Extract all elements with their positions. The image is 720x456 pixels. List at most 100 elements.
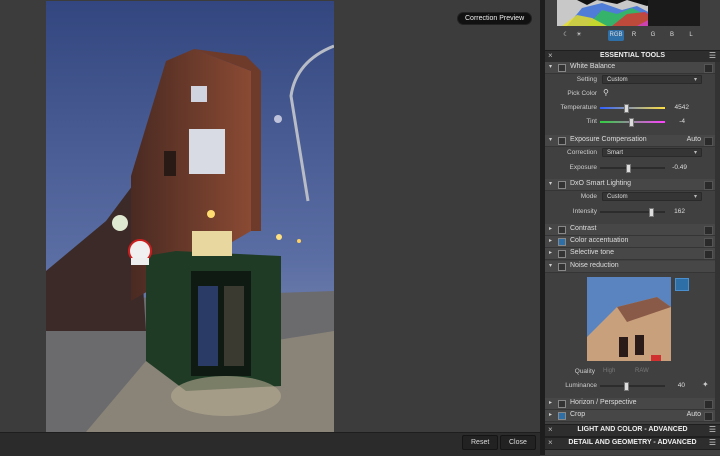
contrast-title: Contrast <box>570 225 597 232</box>
enable-checkbox[interactable] <box>558 250 566 258</box>
channel-l[interactable]: L <box>687 30 695 41</box>
color-accentuation-title: Color accentuation <box>570 237 629 244</box>
channel-r[interactable]: R <box>630 30 638 41</box>
channel-rgb[interactable]: RGB <box>608 30 624 41</box>
histogram-graph <box>557 0 700 26</box>
luminance-label: Luminance <box>565 382 597 389</box>
wb-setting-select[interactable]: Custom ▾ <box>602 75 702 84</box>
mode-label: Mode <box>580 193 597 200</box>
collapse-icon[interactable]: ▾ <box>549 136 552 143</box>
enable-checkbox[interactable] <box>558 263 566 271</box>
histogram <box>557 0 700 26</box>
expand-icon[interactable]: ▸ <box>549 225 552 232</box>
photo-preview[interactable] <box>46 1 334 432</box>
exposure-value[interactable]: -0.49 <box>661 163 687 172</box>
pick-color-label: Pick Color <box>567 90 597 97</box>
intensity-slider[interactable] <box>600 211 665 213</box>
exposure-slider[interactable] <box>600 167 665 169</box>
mode-select[interactable]: Custom ▾ <box>602 192 702 201</box>
intensity-value[interactable]: 162 <box>659 207 685 216</box>
enable-checkbox[interactable] <box>558 238 566 246</box>
moon-icon[interactable]: ☾ <box>562 30 570 41</box>
sun-icon[interactable]: ☀ <box>575 30 583 41</box>
essential-tools-title: ESSENTIAL TOOLS <box>599 52 666 59</box>
noise-preview-thumbnail[interactable] <box>587 277 671 361</box>
eyedropper-icon[interactable]: ⚲ <box>603 88 609 97</box>
exposure-title: Exposure Compensation <box>570 136 647 143</box>
noise-reduction-title: Noise reduction <box>570 262 619 269</box>
enable-checkbox[interactable] <box>558 137 566 145</box>
smart-lighting-header[interactable]: ▾ DxO Smart Lighting <box>545 179 715 191</box>
collapse-icon[interactable]: ▾ <box>549 262 552 269</box>
detail-geometry-advanced-header[interactable]: × DETAIL AND GEOMETRY - ADVANCED ☰ <box>545 437 720 450</box>
tint-label: Tint <box>586 118 597 125</box>
crop-header[interactable]: ▸ Crop Auto <box>545 410 715 422</box>
enable-checkbox[interactable] <box>558 226 566 234</box>
menu-icon[interactable]: ☰ <box>709 425 716 434</box>
palette-icon[interactable] <box>704 64 713 73</box>
temperature-value[interactable]: 4542 <box>663 103 689 112</box>
quality-high[interactable]: High <box>603 368 615 374</box>
luminance-handle[interactable] <box>624 382 629 391</box>
noise-reduction-header[interactable]: ▾ Noise reduction <box>545 261 715 273</box>
tool-panel: ☾ ☀ RGB R G B L × ESSENTIAL TOOLS ☰ ▾ Wh… <box>545 0 720 455</box>
intensity-label: Intensity <box>572 208 597 215</box>
horizon-header[interactable]: ▸ Horizon / Perspective <box>545 398 715 410</box>
expand-icon[interactable]: ▸ <box>549 237 552 244</box>
menu-icon[interactable]: ☰ <box>709 438 716 447</box>
collapse-icon[interactable]: ▾ <box>549 63 552 70</box>
enable-checkbox[interactable] <box>558 400 566 408</box>
enable-checkbox[interactable] <box>558 181 566 189</box>
palette-icon[interactable] <box>704 181 713 190</box>
white-balance-title: White Balance <box>570 63 616 70</box>
menu-icon[interactable]: ☰ <box>709 51 716 60</box>
noise-preview-image <box>587 277 671 361</box>
auto-badge[interactable]: Auto <box>687 136 701 143</box>
smart-lighting-title: DxO Smart Lighting <box>570 180 632 187</box>
detail-geometry-advanced-title: DETAIL AND GEOMETRY - ADVANCED <box>568 439 697 446</box>
expand-icon[interactable]: ▸ <box>549 249 552 256</box>
dropdown-icon: ▾ <box>693 194 697 200</box>
quality-raw[interactable]: RAW <box>635 368 649 374</box>
enable-checkbox[interactable] <box>558 412 566 420</box>
panel-scrollbar[interactable] <box>715 62 720 422</box>
correction-label: Correction <box>567 149 597 156</box>
histogram-toolbar: ☾ ☀ RGB R G B L <box>545 29 720 43</box>
palette-icon[interactable] <box>704 400 713 409</box>
reset-button[interactable]: Reset <box>462 435 499 450</box>
expand-icon[interactable]: ▸ <box>549 399 552 406</box>
channel-b[interactable]: B <box>668 30 676 41</box>
palette-icon[interactable] <box>704 238 713 247</box>
temperature-handle[interactable] <box>624 104 629 113</box>
enable-checkbox[interactable] <box>558 64 566 72</box>
exposure-header[interactable]: ▾ Exposure Compensation Auto <box>545 135 715 147</box>
exposure-handle[interactable] <box>626 164 631 173</box>
light-color-advanced-header[interactable]: × LIGHT AND COLOR - ADVANCED ☰ <box>545 424 720 437</box>
intensity-handle[interactable] <box>649 208 654 217</box>
collapse-icon[interactable]: ▾ <box>549 180 552 187</box>
tint-handle[interactable] <box>629 118 634 127</box>
auto-badge[interactable]: Auto <box>687 411 701 418</box>
tint-value[interactable]: -4 <box>659 117 685 126</box>
close-button[interactable]: Close <box>500 435 536 450</box>
magic-wand-icon[interactable]: ✦ <box>702 380 709 389</box>
expand-icon[interactable]: ▸ <box>549 411 552 418</box>
palette-icon[interactable] <box>704 226 713 235</box>
correction-select[interactable]: Smart ▾ <box>602 148 702 157</box>
selective-tone-header[interactable]: ▸ Selective tone <box>545 248 715 260</box>
palette-icon[interactable] <box>704 250 713 259</box>
luminance-slider[interactable] <box>600 385 665 387</box>
loupe-icon[interactable] <box>675 278 689 291</box>
temperature-label: Temperature <box>560 104 598 111</box>
palette-icon[interactable] <box>704 412 713 421</box>
image-viewer: Correction Preview <box>0 0 540 455</box>
palette-icon[interactable] <box>704 137 713 146</box>
channel-g[interactable]: G <box>649 30 657 41</box>
contrast-header[interactable]: ▸ Contrast <box>545 224 715 236</box>
luminance-value[interactable]: 40 <box>659 381 685 390</box>
temperature-slider[interactable] <box>600 107 665 109</box>
correction-preview-badge[interactable]: Correction Preview <box>457 12 533 25</box>
white-balance-header[interactable]: ▾ White Balance <box>545 62 715 74</box>
crop-title: Crop <box>570 411 586 418</box>
color-accentuation-header[interactable]: ▸ Color accentuation <box>545 236 715 248</box>
